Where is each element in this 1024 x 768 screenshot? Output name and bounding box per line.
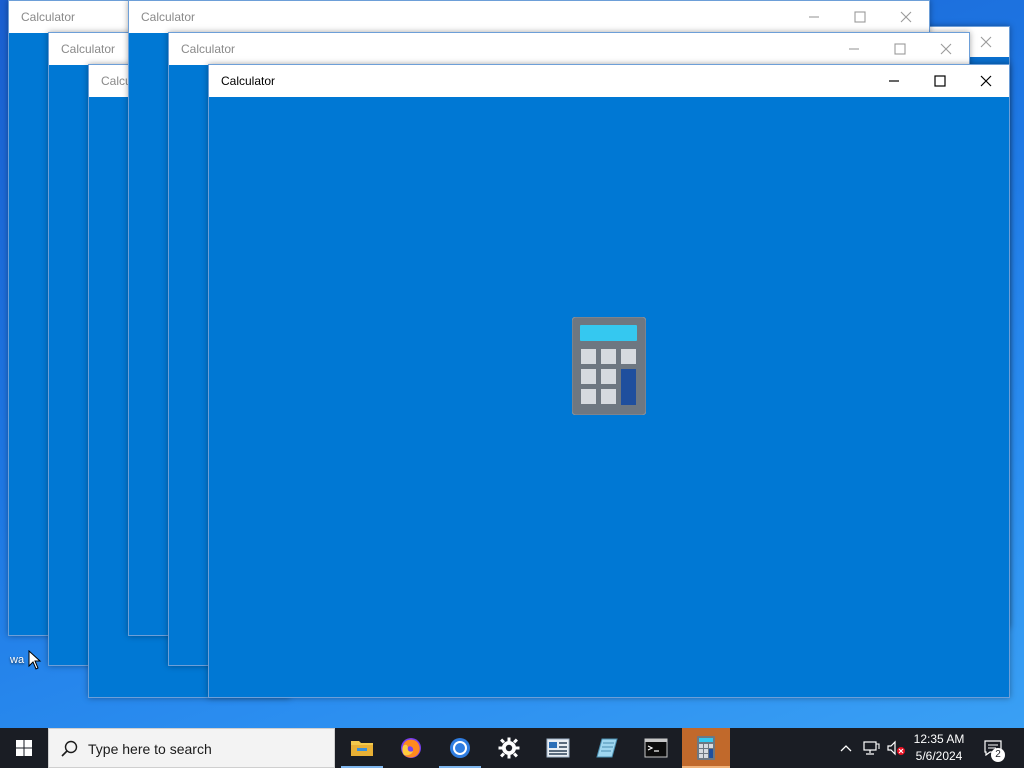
- close-icon: [940, 43, 952, 55]
- window-titlebar[interactable]: Calculator: [129, 1, 929, 33]
- calculator-window-active[interactable]: Calculator: [208, 64, 1010, 698]
- chrome-icon: [450, 738, 470, 758]
- settings-icon: [498, 737, 520, 759]
- clock-date: 5/6/2024: [915, 749, 963, 763]
- close-icon: [980, 36, 992, 48]
- window-title: Calculator: [21, 10, 76, 24]
- taskbar-chrome[interactable]: [436, 728, 484, 768]
- firefox-icon: [401, 738, 421, 758]
- maximize-button[interactable]: [877, 33, 923, 65]
- window-titlebar[interactable]: Calculator: [209, 65, 1009, 97]
- taskbar-search-box[interactable]: Type here to search: [48, 728, 335, 768]
- network-icon: [863, 741, 880, 755]
- desktop-icon-label[interactable]: wa: [10, 654, 24, 666]
- close-icon: [980, 75, 992, 87]
- search-icon: [61, 740, 78, 757]
- desktop: Calculator Calculator Calculator Calcula…: [0, 0, 1024, 728]
- taskbar-clock[interactable]: 12:35 AM 5/6/2024: [904, 731, 974, 767]
- mouse-cursor-icon: [28, 650, 42, 670]
- search-placeholder: Type here to search: [88, 741, 212, 757]
- minimize-button[interactable]: [831, 33, 877, 65]
- minimize-button[interactable]: [791, 1, 837, 33]
- close-button[interactable]: [963, 65, 1009, 97]
- taskbar-settings[interactable]: [485, 728, 533, 768]
- chevron-up-icon: [840, 745, 852, 752]
- taskbar-news[interactable]: [534, 728, 582, 768]
- maximize-button[interactable]: [917, 65, 963, 97]
- window-title: Calculator: [221, 74, 276, 88]
- network-status[interactable]: [858, 728, 884, 768]
- minimize-icon: [849, 48, 859, 50]
- terminal-icon: [644, 738, 668, 758]
- maximize-icon: [854, 11, 866, 23]
- window-titlebar[interactable]: Calculator: [169, 33, 969, 65]
- taskbar: Type here to search 12:35 AM 5/6/2024 2: [0, 728, 1024, 768]
- window-title: Calculator: [141, 10, 196, 24]
- minimize-icon: [889, 80, 899, 82]
- close-button[interactable]: [883, 1, 929, 33]
- volume-muted-icon: [887, 740, 905, 756]
- taskbar-firefox[interactable]: [387, 728, 435, 768]
- start-button[interactable]: [0, 728, 48, 768]
- taskbar-terminal[interactable]: [632, 728, 680, 768]
- show-hidden-icons-button[interactable]: [836, 728, 856, 768]
- taskbar-calculator[interactable]: [682, 728, 730, 768]
- windows-logo-icon: [16, 740, 32, 756]
- taskbar-file-explorer[interactable]: [338, 728, 386, 768]
- close-icon: [900, 11, 912, 23]
- window-title: Calculator: [181, 42, 236, 56]
- close-button[interactable]: [923, 33, 969, 65]
- calculator-icon: [572, 317, 646, 415]
- action-center-button[interactable]: [978, 728, 1008, 768]
- notepad-icon: [596, 738, 618, 758]
- minimize-icon: [809, 16, 819, 18]
- maximize-icon: [934, 75, 946, 87]
- maximize-icon: [894, 43, 906, 55]
- clock-time: 12:35 AM: [913, 732, 965, 746]
- file-explorer-icon: [351, 741, 373, 756]
- notification-count-badge: 2: [991, 748, 1005, 762]
- minimize-button[interactable]: [871, 65, 917, 97]
- taskbar-notepad[interactable]: [583, 728, 631, 768]
- news-icon: [546, 738, 570, 758]
- maximize-button[interactable]: [837, 1, 883, 33]
- calculator-icon: [697, 736, 715, 760]
- window-title: Calculator: [61, 42, 116, 56]
